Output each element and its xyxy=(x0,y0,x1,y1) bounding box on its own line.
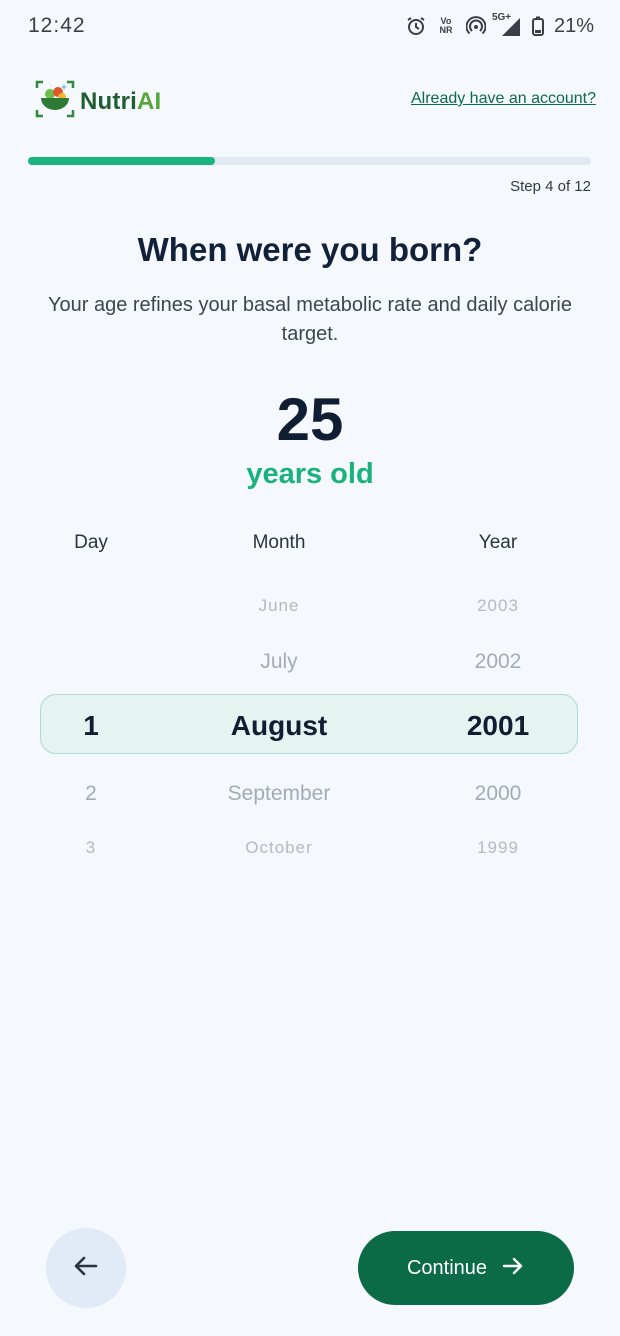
signal-icon: 5G+ xyxy=(492,12,522,38)
volte-label: Vo NR xyxy=(439,16,453,35)
step-label: Step 4 of 12 xyxy=(510,178,591,195)
alarm-icon xyxy=(406,16,426,36)
status-time: 12:42 xyxy=(28,14,86,37)
network-label: 5G+ xyxy=(491,12,512,23)
arrow-left-icon xyxy=(72,1252,100,1285)
status-icons: Vo NR 5G+ 21% xyxy=(406,12,594,38)
arrow-right-icon xyxy=(501,1254,525,1283)
year-option[interactable]: 2003 xyxy=(477,596,519,616)
progress-bar xyxy=(28,157,591,165)
volte-icon: Vo NR xyxy=(436,17,456,35)
progress-fill xyxy=(28,157,215,165)
month-option-selected[interactable]: August xyxy=(231,710,327,742)
year-option[interactable]: 1999 xyxy=(477,838,519,858)
page-title: When were you born? xyxy=(137,231,483,268)
age-value: 25 xyxy=(276,386,344,453)
year-option[interactable]: 2000 xyxy=(475,782,522,806)
salad-bowl-icon xyxy=(34,78,76,125)
continue-button[interactable]: Continue xyxy=(358,1231,574,1305)
page-subtitle: Your age refines your basal metabolic ra… xyxy=(47,294,572,345)
hotspot-icon xyxy=(465,16,486,36)
month-option[interactable]: June xyxy=(259,596,300,616)
login-link[interactable]: Already have an account? xyxy=(411,90,596,108)
year-option[interactable]: 2002 xyxy=(475,650,522,674)
day-option[interactable]: 2 xyxy=(85,782,97,806)
brand-part1: Nutri xyxy=(80,87,137,115)
day-option-selected[interactable]: 1 xyxy=(83,710,99,742)
year-column-header: Year xyxy=(478,532,518,553)
age-unit: years old xyxy=(246,458,374,490)
brand-logo: NutriAI xyxy=(34,78,161,125)
day-column-header: Day xyxy=(74,532,108,553)
battery-icon xyxy=(531,16,544,36)
month-option[interactable]: July xyxy=(260,650,297,674)
status-bar: 12:42 Vo NR 5G+ 21% xyxy=(0,0,620,56)
day-option[interactable]: 3 xyxy=(86,838,96,858)
brand-part2: AI xyxy=(137,87,162,115)
month-option[interactable]: September xyxy=(228,782,331,806)
continue-label: Continue xyxy=(406,1256,488,1279)
year-option-selected[interactable]: 2001 xyxy=(467,710,529,742)
brand-wordmark: NutriAI xyxy=(80,88,161,116)
back-button[interactable] xyxy=(46,1228,126,1308)
battery-percent: 21% xyxy=(553,14,594,37)
month-column-header: Month xyxy=(252,532,306,553)
month-option[interactable]: October xyxy=(245,838,312,858)
